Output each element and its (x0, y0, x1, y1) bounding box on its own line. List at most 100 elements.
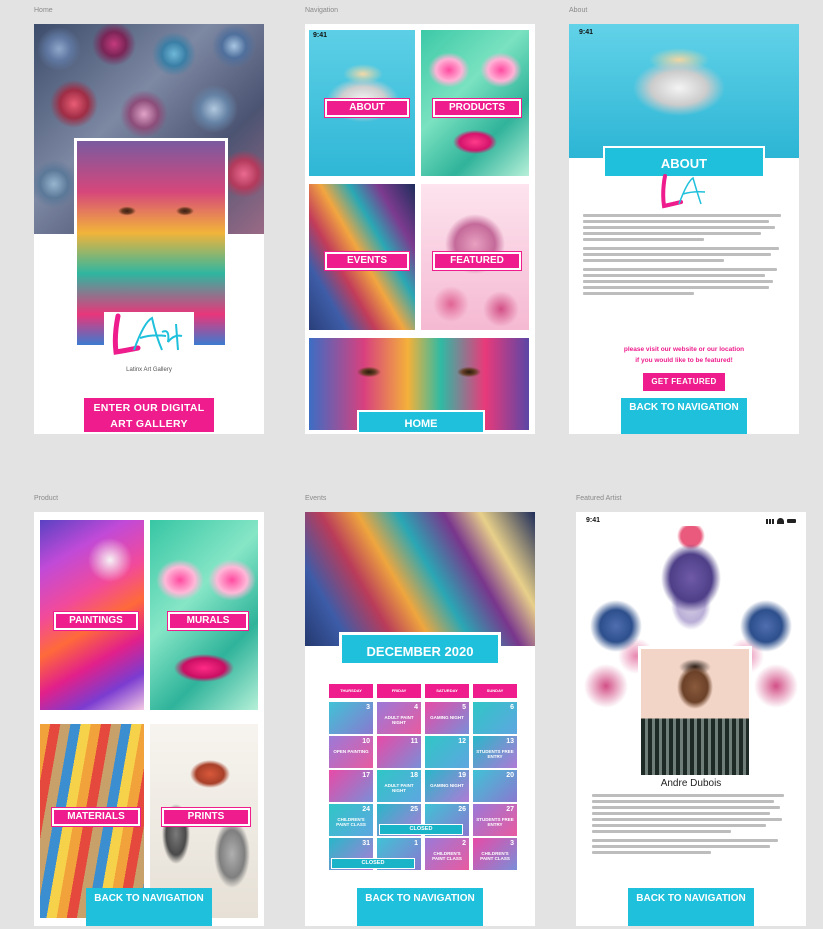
calendar-event-label: STUDENTS FREE ENTRY (476, 749, 514, 759)
calendar-event-label: CHILDREN'S PAINT CLASS (432, 851, 462, 861)
artist-name: Andre Dubois (660, 778, 722, 789)
nav-home-button[interactable]: HOME (357, 410, 485, 434)
events-back-button[interactable]: BACK TO NAVIGATION (357, 888, 483, 926)
calendar-day-number: 3 (366, 704, 370, 711)
nav-featured-button[interactable]: FEATURED (433, 252, 521, 270)
calendar-day-number: 13 (506, 738, 514, 745)
nav-events-button[interactable]: EVENTS (325, 252, 409, 270)
about-body-text (583, 214, 785, 298)
closed-badge: CLOSED (331, 858, 415, 869)
signal-icons (766, 518, 796, 524)
calendar-day-cell[interactable]: 13 STUDENTS FREE ENTRY (473, 736, 517, 768)
calendar-event-label: GAMING NIGHT (430, 715, 464, 720)
lart-logo-icon (112, 313, 183, 355)
board-label: Featured Artist (576, 495, 622, 502)
calendar-day-number: 5 (462, 704, 466, 711)
calendar-day-number: 19 (458, 772, 466, 779)
calendar-event-label: ADULT PAINT NIGHT (384, 783, 414, 793)
calendar-event-label: CHILDREN'S PAINT CLASS (336, 817, 366, 827)
calendar-day-cell[interactable]: 18 ADULT PAINT NIGHT (377, 770, 421, 802)
logo: Latinx Art Gallery (104, 312, 194, 373)
prints-button[interactable]: PRINTS (162, 808, 250, 826)
artist-photo (638, 646, 752, 778)
closed-badge: CLOSED (379, 824, 463, 835)
brushes-image (305, 512, 535, 646)
calendar-day-cell[interactable]: 3 (329, 702, 373, 734)
get-featured-button[interactable]: GET FEATURED (643, 373, 725, 391)
calendar-day-number: 27 (506, 806, 514, 813)
nav-products-button[interactable]: PRODUCTS (433, 99, 521, 117)
murals-button[interactable]: MURALS (168, 612, 248, 630)
calendar-day-number: 2 (462, 840, 466, 847)
board-label: Home (34, 7, 53, 14)
calendar-day-cell[interactable]: 11 (377, 736, 421, 768)
calendar-event-label: GAMING NIGHT (430, 783, 464, 788)
navigation-screen: 9:41 ABOUT PRODUCTS EVENTS FEATURED HOME (305, 24, 535, 434)
board-label: Navigation (305, 7, 339, 14)
about-back-button[interactable]: BACK TO NAVIGATION (621, 398, 747, 434)
calendar-day-number: 6 (510, 704, 514, 711)
calendar-day-cell[interactable]: 19 GAMING NIGHT (425, 770, 469, 802)
board-label: Events (305, 495, 327, 502)
artist-bio-text (592, 794, 790, 857)
wifi-icon (777, 518, 784, 524)
weekday-header: SATURDAY (425, 684, 469, 698)
calendar-day-cell[interactable]: 24 CHILDREN'S PAINT CLASS (329, 804, 373, 836)
enter-gallery-button[interactable]: ENTER OUR DIGITAL ART GALLERY (84, 398, 214, 432)
status-time: 9:41 (579, 29, 594, 36)
calendar-day-cell[interactable]: 6 (473, 702, 517, 734)
status-time: 9:41 (586, 517, 601, 524)
car-mural-image: 9:41 (569, 24, 799, 158)
calendar-day-number: 26 (458, 806, 466, 813)
calendar-day-cell[interactable]: 3 CHILDREN'S PAINT CLASS (473, 838, 517, 870)
calendar-day-number: 31 (362, 840, 370, 847)
calendar-day-number: 10 (362, 738, 370, 745)
materials-button[interactable]: MATERIALS (52, 808, 140, 826)
logo-tagline: Latinx Art Gallery (126, 367, 172, 373)
signal-icon (766, 519, 774, 524)
calendar-event-label: STUDENTS FREE ENTRY (476, 817, 514, 827)
weekday-header: THURSDAY (329, 684, 373, 698)
featured-back-button[interactable]: BACK TO NAVIGATION (628, 888, 754, 926)
battery-icon (787, 519, 796, 523)
about-callout-line1: please visit our website or our location (623, 346, 745, 353)
calendar-day-number: 11 (410, 738, 418, 745)
events-screen: DECEMBER 2020 THURSDAY FRIDAY SATURDAY SUND… (305, 512, 535, 926)
calendar-day-cell[interactable]: 27 STUDENTS FREE ENTRY (473, 804, 517, 836)
calendar-event-label: OPEN PAINTING (333, 749, 369, 754)
calendar-day-number: 12 (458, 738, 466, 745)
home-screen: Latinx Art Gallery ENTER OUR DIGITAL ART… (34, 24, 264, 434)
weekday-header: FRIDAY (377, 684, 421, 698)
about-callout-line2: if you would like to be featured! (635, 357, 733, 364)
paintings-button[interactable]: PAINTINGS (54, 612, 138, 630)
calendar-day-number: 25 (410, 806, 418, 813)
product-back-button[interactable]: BACK TO NAVIGATION (86, 888, 212, 926)
calendar-day-number: 18 (410, 772, 418, 779)
about-screen: 9:41 ABOUT please visit our website or o… (569, 24, 799, 434)
figure-portrait-image (654, 542, 728, 642)
calendar-day-number: 4 (414, 704, 418, 711)
product-screen: PAINTINGS MURALS MATERIALS PRINTS BACK T… (34, 512, 264, 926)
calendar-day-number: 20 (506, 772, 514, 779)
calendar-day-number: 24 (362, 806, 370, 813)
calendar-day-cell[interactable]: 2 CHILDREN'S PAINT CLASS (425, 838, 469, 870)
status-time: 9:41 (313, 32, 328, 39)
calendar-day-number: 3 (510, 840, 514, 847)
calendar-day-cell[interactable]: 20 (473, 770, 517, 802)
calendar-day-number: 17 (362, 772, 370, 779)
calendar-day-number: 1 (414, 840, 418, 847)
nav-about-button[interactable]: ABOUT (325, 99, 409, 117)
events-month-title: DECEMBER 2020 (339, 632, 501, 666)
calendar-day-cell[interactable]: 17 (329, 770, 373, 802)
calendar-day-cell[interactable]: 10 OPEN PAINTING (329, 736, 373, 768)
board-label: About (569, 7, 588, 14)
lart-logo-icon (661, 174, 706, 209)
featured-screen: 9:41 Andre Dubois BACK TO NAVIGATION (576, 512, 806, 926)
calendar-day-cell[interactable]: 4 ADULT PAINT NIGHT (377, 702, 421, 734)
calendar-event-label: CHILDREN'S PAINT CLASS (480, 851, 510, 861)
calendar-day-cell[interactable]: 12 (425, 736, 469, 768)
calendar-day-cell[interactable]: 5 GAMING NIGHT (425, 702, 469, 734)
calendar-event-label: ADULT PAINT NIGHT (384, 715, 414, 725)
board-label: Product (34, 495, 59, 502)
weekday-header: SUNDAY (473, 684, 517, 698)
